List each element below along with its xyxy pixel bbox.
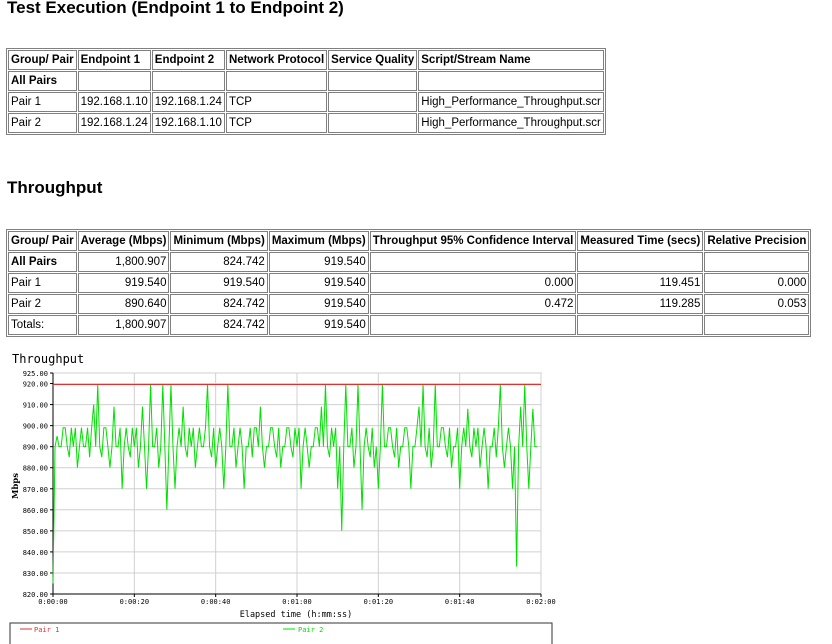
pairs-table: Group/ Pair Endpoint 1 Endpoint 2 Network P… bbox=[6, 48, 606, 135]
column-header: Group/ Pair bbox=[8, 50, 77, 70]
y-axis-label: Mbps bbox=[11, 473, 21, 499]
table-cell: 192.168.1.24 bbox=[77, 113, 151, 133]
legend-box bbox=[9, 622, 553, 644]
x-tick-label: 0:01:00 bbox=[282, 598, 312, 606]
table-cell: 192.168.1.10 bbox=[151, 113, 225, 133]
table-cell bbox=[577, 252, 704, 272]
table-cell: 919.540 bbox=[268, 315, 369, 335]
table-cell: All Pairs bbox=[8, 71, 77, 91]
table-cell: TCP bbox=[225, 113, 328, 133]
y-tick-label: 840.00 bbox=[23, 549, 48, 557]
table-row: All Pairs bbox=[8, 71, 604, 91]
table-cell bbox=[328, 113, 418, 133]
table-cell: 0.472 bbox=[369, 294, 577, 314]
x-tick-label: 0:01:20 bbox=[364, 598, 394, 606]
table-cell: 919.540 bbox=[268, 273, 369, 293]
table-cell: 119.451 bbox=[577, 273, 704, 293]
x-tick-label: 0:00:40 bbox=[201, 598, 231, 606]
column-header: Group/ Pair bbox=[8, 231, 77, 251]
column-header: Endpoint 1 bbox=[77, 50, 151, 70]
table-cell bbox=[328, 71, 418, 91]
y-tick-label: 880.00 bbox=[23, 465, 48, 473]
column-header: Measured Time (secs) bbox=[577, 231, 704, 251]
table-cell: 0.053 bbox=[704, 294, 810, 314]
table-cell: High_Performance_Throughput.scr bbox=[418, 92, 604, 112]
table-cell: 824.742 bbox=[170, 294, 268, 314]
table-cell: 192.168.1.10 bbox=[77, 92, 151, 112]
table-cell bbox=[369, 252, 577, 272]
y-tick-label: 890.00 bbox=[23, 444, 48, 452]
column-header: Endpoint 2 bbox=[151, 50, 225, 70]
table-cell: 1,800.907 bbox=[77, 252, 170, 272]
table-cell: 919.540 bbox=[268, 294, 369, 314]
x-tick-label: 0:02:00 bbox=[526, 598, 556, 606]
table-row: Pair 2 890.640 824.742 919.540 0.472 119.285 0… bbox=[8, 294, 810, 314]
y-tick-label: 900.00 bbox=[23, 423, 48, 431]
table-cell: 919.540 bbox=[268, 252, 369, 272]
throughput-chart: Throughput 820.00830.00840.00850.00860.0… bbox=[9, 352, 556, 644]
column-header: Service Quality bbox=[328, 50, 418, 70]
column-header: Average (Mbps) bbox=[77, 231, 170, 251]
x-tick-label: 0:00:00 bbox=[38, 598, 68, 606]
table-cell: 0.000 bbox=[704, 273, 810, 293]
table-cell: 824.742 bbox=[170, 315, 268, 335]
table-cell: 0.000 bbox=[369, 273, 577, 293]
table-row: Totals: 1,800.907 824.742 919.540 bbox=[8, 315, 810, 335]
column-header: Throughput 95% Confidence Interval bbox=[369, 231, 577, 251]
table-cell: Pair 2 bbox=[8, 113, 77, 133]
table-cell bbox=[328, 92, 418, 112]
table-cell bbox=[151, 71, 225, 91]
table-cell: Pair 1 bbox=[8, 273, 77, 293]
column-header: Maximum (Mbps) bbox=[268, 231, 369, 251]
column-header: Relative Precision bbox=[704, 231, 810, 251]
table-cell bbox=[369, 315, 577, 335]
table-cell: 1,800.907 bbox=[77, 315, 170, 335]
table-cell bbox=[77, 71, 151, 91]
table-cell bbox=[704, 315, 810, 335]
throughput-table: Group/ Pair Average (Mbps) Minimum (Mbps) M… bbox=[6, 229, 812, 337]
table-cell: All Pairs bbox=[8, 252, 77, 272]
table-cell: High_Performance_Throughput.scr bbox=[418, 113, 604, 133]
legend-label-pair-1: Pair 1 bbox=[34, 626, 59, 634]
throughput-heading: Throughput bbox=[7, 178, 103, 197]
y-tick-label: 925.00 bbox=[23, 370, 48, 378]
table-cell: Totals: bbox=[8, 315, 77, 335]
x-tick-label: 0:01:40 bbox=[445, 598, 475, 606]
table-cell: 919.540 bbox=[77, 273, 170, 293]
legend: Pair 1 Pair 2 bbox=[20, 626, 323, 634]
y-tick-label: 870.00 bbox=[23, 486, 48, 494]
table-row: Pair 1 192.168.1.10 192.168.1.24 TCP High_Pe… bbox=[8, 92, 604, 112]
column-header: Minimum (Mbps) bbox=[170, 231, 268, 251]
table-cell bbox=[704, 252, 810, 272]
table-cell: 119.285 bbox=[577, 294, 704, 314]
x-tick-label: 0:00:20 bbox=[120, 598, 150, 606]
chart-title: Throughput bbox=[12, 352, 84, 366]
y-tick-label: 860.00 bbox=[23, 507, 48, 515]
table-cell: TCP bbox=[225, 92, 328, 112]
y-tick-label: 830.00 bbox=[23, 570, 48, 578]
table-cell: Pair 1 bbox=[8, 92, 77, 112]
table-cell: 192.168.1.24 bbox=[151, 92, 225, 112]
column-header: Script/Stream Name bbox=[418, 50, 604, 70]
y-tick-label: 850.00 bbox=[23, 528, 48, 536]
legend-label-pair-2: Pair 2 bbox=[298, 626, 323, 634]
y-tick-label: 910.00 bbox=[23, 402, 48, 410]
table-cell bbox=[225, 71, 328, 91]
table-cell: Pair 2 bbox=[8, 294, 77, 314]
table-cell bbox=[418, 71, 604, 91]
table-row: Pair 1 919.540 919.540 919.540 0.000 119.451 0… bbox=[8, 273, 810, 293]
table-cell: 919.540 bbox=[170, 273, 268, 293]
table-cell: 824.742 bbox=[170, 252, 268, 272]
page-title: Test Execution (Endpoint 1 to Endpoint 2… bbox=[7, 0, 344, 17]
y-tick-label: 920.00 bbox=[23, 381, 48, 389]
table-row: Pair 2 192.168.1.24 192.168.1.10 TCP High_Pe… bbox=[8, 113, 604, 133]
x-axis-label: Elapsed time (h:mm:ss) bbox=[240, 610, 353, 620]
table-cell: 890.640 bbox=[77, 294, 170, 314]
table-row: All Pairs 1,800.907 824.742 919.540 bbox=[8, 252, 810, 272]
table-cell bbox=[577, 315, 704, 335]
column-header: Network Protocol bbox=[225, 50, 328, 70]
